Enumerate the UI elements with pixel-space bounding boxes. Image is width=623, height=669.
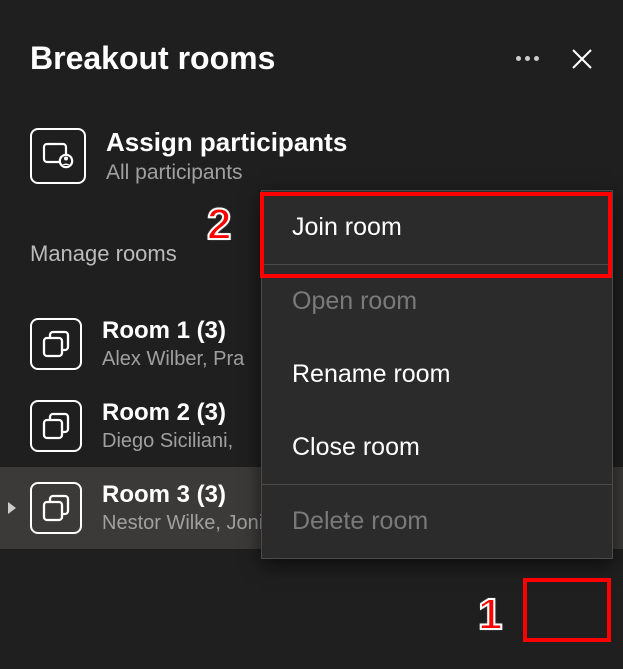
- more-options-button[interactable]: [516, 56, 539, 61]
- menu-item-delete-room: Delete room: [262, 485, 612, 558]
- menu-item-rename-room[interactable]: Rename room: [262, 338, 612, 411]
- room-context-menu: Join room Open room Rename room Close ro…: [261, 190, 613, 559]
- menu-item-join-room[interactable]: Join room: [262, 191, 612, 264]
- close-button[interactable]: [571, 48, 593, 70]
- page-title: Breakout rooms: [30, 40, 516, 77]
- assign-text: Assign participants All participants: [106, 127, 347, 185]
- assign-subtitle: All participants: [106, 161, 347, 185]
- panel-header: Breakout rooms: [0, 0, 623, 107]
- annotation-highlight-1: [523, 578, 611, 642]
- menu-item-close-room[interactable]: Close room: [262, 411, 612, 484]
- ellipsis-icon: [516, 56, 539, 61]
- assign-title: Assign participants: [106, 127, 347, 158]
- breakout-room-icon: [30, 400, 82, 452]
- assign-participants-icon: [30, 128, 86, 184]
- close-icon: [571, 48, 593, 70]
- annotation-callout-1: 1: [478, 590, 502, 640]
- expand-caret-icon[interactable]: [8, 502, 16, 514]
- menu-item-open-room: Open room: [262, 265, 612, 338]
- annotation-callout-2: 2: [207, 200, 231, 250]
- breakout-room-icon: [30, 482, 82, 534]
- breakout-room-icon: [30, 318, 82, 370]
- header-actions: [516, 48, 593, 70]
